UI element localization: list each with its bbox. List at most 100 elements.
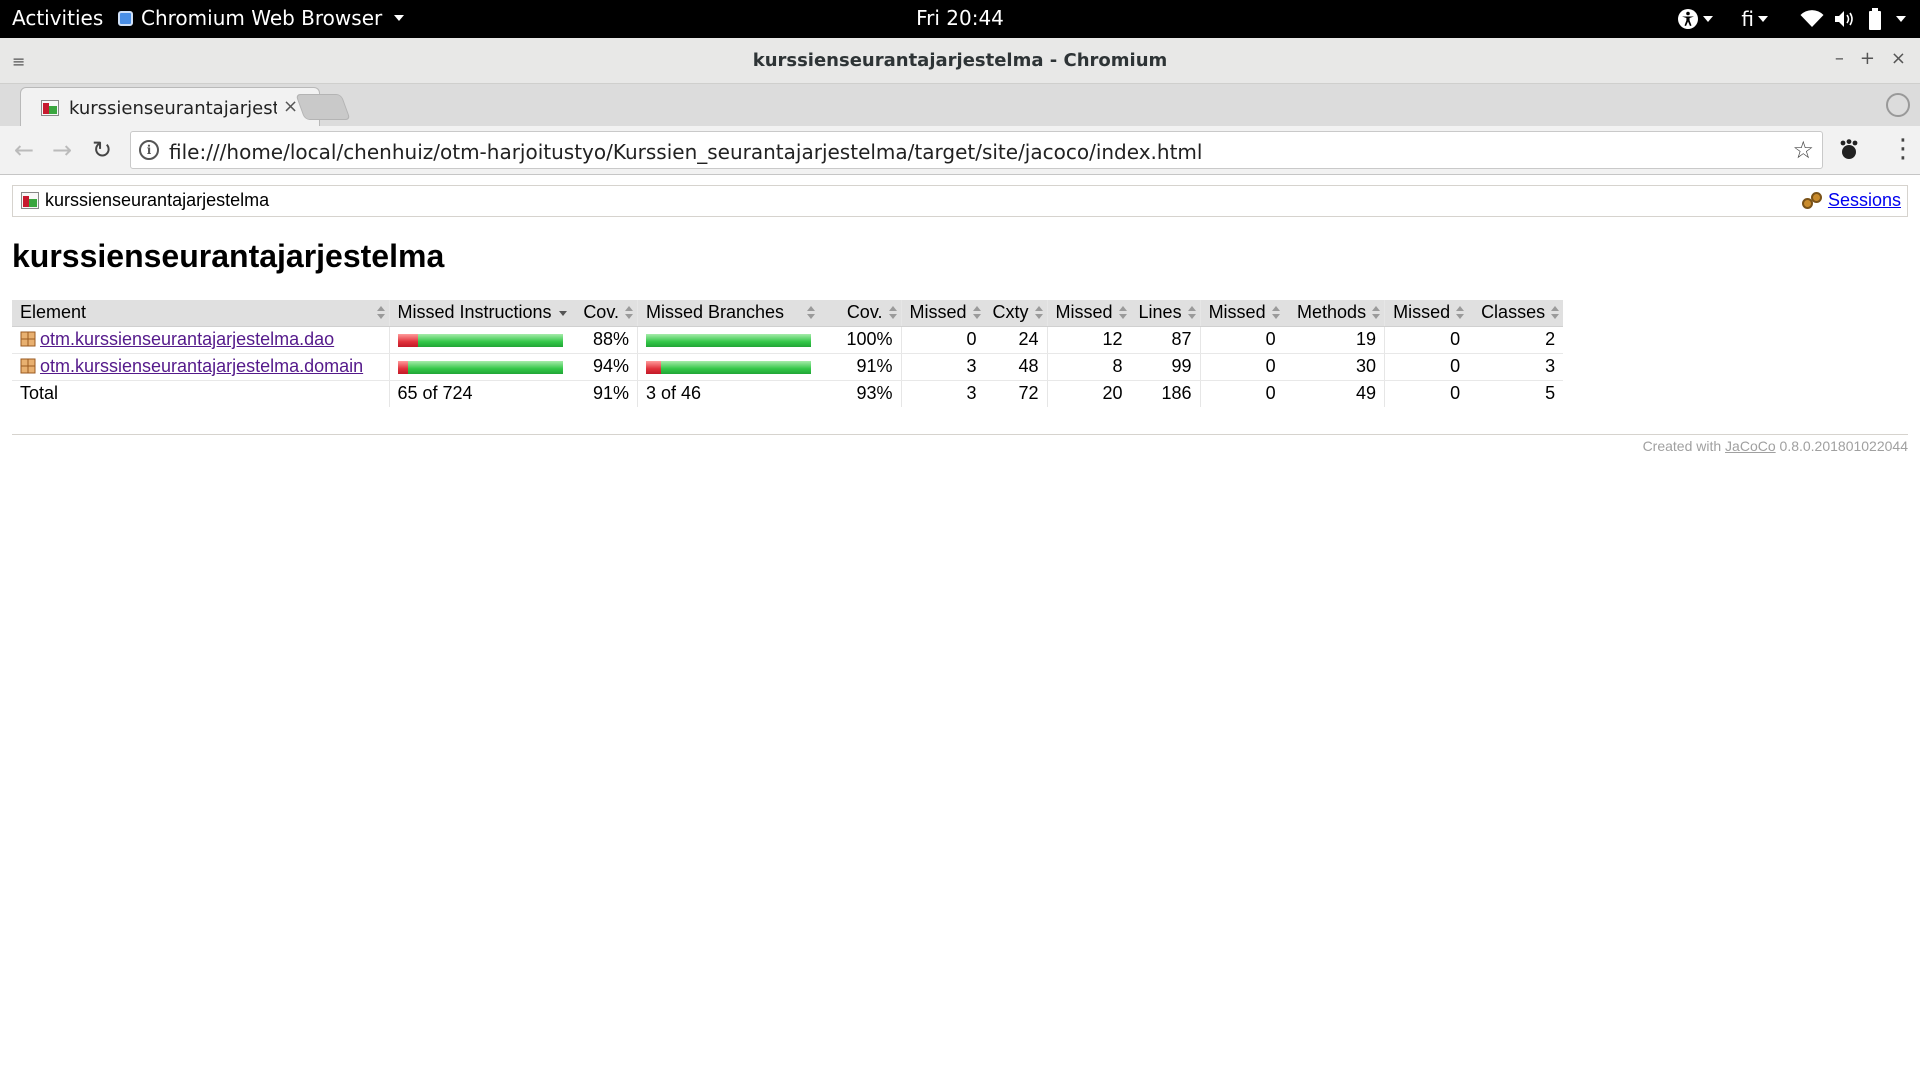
- classes-cell: 3: [1468, 353, 1564, 381]
- accessibility-icon: [1678, 9, 1699, 29]
- column-header-missed-instructions[interactable]: Missed Instructions: [389, 300, 571, 327]
- table-total-row: Total 65 of 724 91% 3 of 46 93% 3 72 20 …: [12, 380, 1563, 407]
- bookmark-star-icon[interactable]: ☆: [1792, 136, 1814, 164]
- extension-icon[interactable]: [1838, 139, 1860, 161]
- column-header-element[interactable]: Element: [12, 300, 390, 327]
- breadcrumb: kurssienseurantajarjestelma Sessions: [12, 185, 1908, 217]
- cxty-cell: 24: [984, 326, 1048, 354]
- browser-menu-button[interactable]: ⋮: [1890, 136, 1916, 162]
- window-controls: – + ×: [1835, 48, 1906, 69]
- column-header-cxty[interactable]: Cxty: [984, 300, 1048, 327]
- footer: Created with JaCoCo 0.8.0.201801022044: [1643, 438, 1908, 454]
- missed-lines-cell: 8: [1047, 353, 1131, 381]
- sort-icon: [1118, 306, 1127, 320]
- profile-icon[interactable]: [1886, 93, 1910, 117]
- table-row: otm.kurssienseurantajarjestelma.dao 88% …: [12, 326, 1564, 354]
- page-title: kurssienseurantajarjestelma: [12, 238, 445, 274]
- sort-icon: [1187, 306, 1196, 320]
- total-methods-cell: 49: [1283, 380, 1386, 407]
- maximize-button[interactable]: +: [1860, 48, 1875, 69]
- minimize-button[interactable]: –: [1835, 48, 1844, 69]
- close-window-button[interactable]: ×: [1891, 48, 1906, 69]
- bar-missed-segment: [646, 360, 661, 374]
- column-header-methods[interactable]: Methods: [1283, 300, 1386, 327]
- package-link[interactable]: otm.kurssienseurantajarjestelma.domain: [40, 356, 363, 376]
- clock[interactable]: Fri 20:44: [916, 6, 1004, 30]
- package-link[interactable]: otm.kurssienseurantajarjestelma.dao: [40, 329, 334, 349]
- accessibility-caret-icon: [1703, 16, 1714, 22]
- page-info-icon[interactable]: i: [139, 140, 159, 160]
- sort-icon: [888, 306, 897, 320]
- branch-coverage-bar: [646, 333, 811, 347]
- element-cell: otm.kurssienseurantajarjestelma.domain: [12, 353, 390, 381]
- sort-icon: [1034, 306, 1043, 320]
- instruction-coverage-bar: [397, 333, 563, 347]
- address-bar[interactable]: i file:///home/local/chenhuiz/otm-harjoi…: [130, 131, 1823, 169]
- total-instruction-coverage-cell: 91%: [570, 380, 638, 407]
- battery-icon: [1869, 8, 1881, 30]
- sessions-link-group: Sessions: [1801, 190, 1901, 211]
- total-branch-coverage-cell: 93%: [819, 380, 902, 407]
- branch-coverage-bar: [646, 360, 811, 374]
- page-content: kurssienseurantajarjestelma Sessions kur…: [0, 176, 1920, 1080]
- total-missed-methods-cell: 0: [1265, 383, 1276, 404]
- total-cxty-cell: 72: [984, 380, 1048, 407]
- coverage-table: Element Missed Instructions Cov. Missed …: [12, 300, 1564, 407]
- missed-methods-cell: 0: [1200, 326, 1284, 354]
- missed-methods-cell: 0: [1200, 353, 1284, 381]
- jacoco-link[interactable]: JaCoCo: [1725, 438, 1776, 454]
- url-text[interactable]: file:///home/local/chenhuiz/otm-harjoitu…: [169, 140, 1202, 164]
- system-tray: fi: [1677, 4, 1906, 34]
- activities-button[interactable]: Activities: [12, 6, 103, 30]
- branch-coverage-cell: 100%: [819, 326, 902, 354]
- bar-covered-segment: [661, 360, 811, 374]
- missed-cxty-cell: 3: [901, 353, 985, 381]
- column-header-lines[interactable]: Lines: [1130, 300, 1201, 327]
- app-menu-caret-icon: [394, 15, 405, 21]
- forward-button[interactable]: →: [52, 138, 72, 162]
- lines-cell: 99: [1130, 353, 1201, 381]
- column-header-missed-cxty[interactable]: Missed: [901, 300, 985, 327]
- back-button[interactable]: ←: [14, 138, 34, 162]
- column-header-missed-methods[interactable]: Missed: [1200, 300, 1284, 327]
- chromium-app-icon: [118, 10, 133, 26]
- sessions-link[interactable]: Sessions: [1828, 190, 1901, 211]
- app-menu[interactable]: Chromium Web Browser: [118, 6, 405, 30]
- tab-title: kurssienseurantajarjest: [69, 98, 277, 119]
- sessions-icon: [1801, 191, 1824, 210]
- lines-cell: 87: [1130, 326, 1201, 354]
- package-icon: [20, 331, 36, 347]
- browser-tab[interactable]: kurssienseurantajarjest ×: [20, 87, 320, 126]
- bar-covered-segment: [407, 360, 563, 374]
- window-title-bar[interactable]: ≡ kurssienseurantajarjestelma - Chromium…: [0, 38, 1920, 84]
- missed-cxty-cell: 0: [901, 326, 985, 354]
- keyboard-layout-label: fi: [1741, 7, 1754, 31]
- instruction-coverage-cell: 88%: [570, 326, 638, 354]
- missed-instructions-bar-cell: [389, 326, 571, 354]
- column-header-missed-classes[interactable]: Missed: [1384, 300, 1469, 327]
- column-header-instruction-coverage[interactable]: Cov.: [570, 300, 638, 327]
- accessibility-menu[interactable]: [1677, 8, 1714, 30]
- system-top-bar: Activities Chromium Web Browser Fri 20:4…: [0, 0, 1920, 38]
- instruction-coverage-bar: [397, 360, 563, 374]
- sort-icon: [1551, 306, 1560, 320]
- column-header-branch-coverage[interactable]: Cov.: [819, 300, 902, 327]
- table-header-row: Element Missed Instructions Cov. Missed …: [12, 300, 1564, 327]
- bar-covered-segment: [417, 333, 563, 347]
- status-menu[interactable]: [1800, 8, 1906, 30]
- bar-missed-segment: [397, 333, 418, 347]
- total-missed-lines-cell: 20: [1102, 383, 1123, 404]
- column-header-classes[interactable]: Classes: [1468, 300, 1564, 327]
- tab-strip: kurssienseurantajarjest ×: [0, 84, 1920, 126]
- browser-toolbar: ← → ↻ i file:///home/local/chenhuiz/otm-…: [0, 126, 1920, 175]
- keyboard-layout-menu[interactable]: fi: [1741, 7, 1768, 31]
- total-missed-classes-cell: 0: [1450, 383, 1461, 404]
- sort-icon: [972, 306, 981, 320]
- column-header-missed-lines[interactable]: Missed: [1047, 300, 1131, 327]
- tab-close-icon[interactable]: ×: [283, 96, 298, 117]
- bar-missed-segment: [397, 360, 408, 374]
- reload-button[interactable]: ↻: [92, 138, 112, 162]
- column-header-missed-branches[interactable]: Missed Branches: [637, 300, 819, 327]
- new-tab-button[interactable]: [295, 94, 351, 120]
- total-lines-cell: 186: [1130, 380, 1201, 407]
